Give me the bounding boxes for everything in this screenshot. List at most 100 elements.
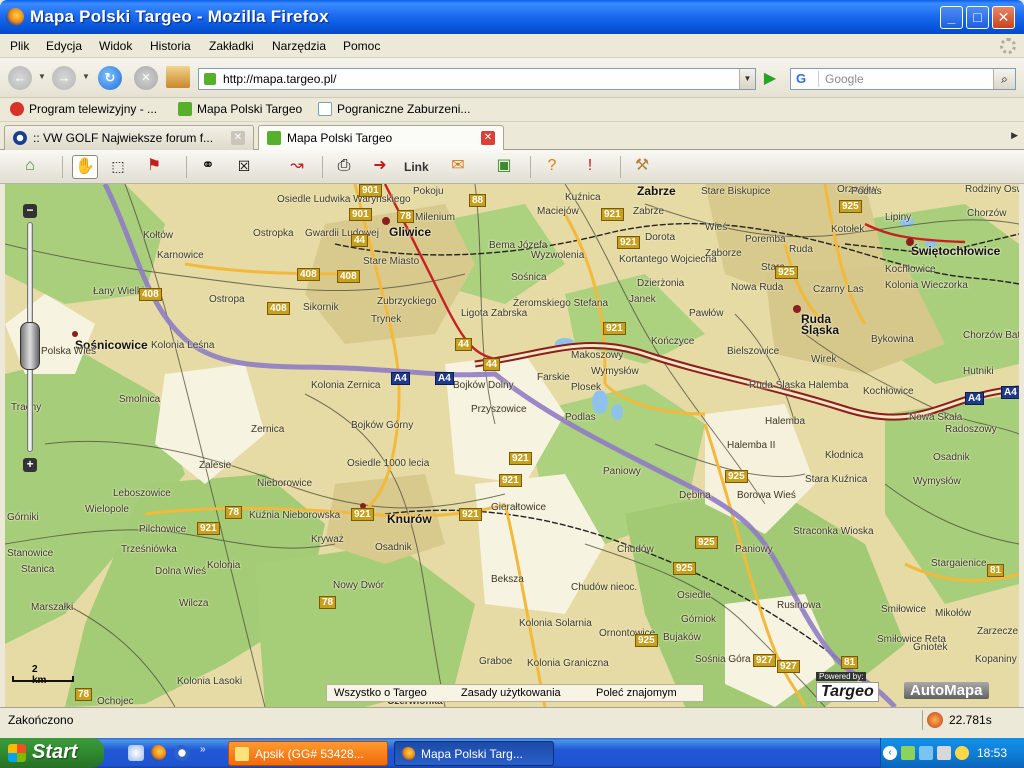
stop-icon[interactable]	[134, 66, 158, 90]
tray-expand-icon[interactable]: ‹	[883, 746, 897, 760]
footer-link-about[interactable]: Wszystko o Targeo	[334, 687, 427, 699]
map-home-icon[interactable]: ⌂	[18, 155, 52, 179]
place-label: Stare Biskupice	[701, 186, 771, 197]
city-label[interactable]: Ruda Śląska	[801, 313, 861, 336]
footer-link-recommend[interactable]: Poleć znajomym	[596, 687, 677, 699]
place-label: Nowa Ruda	[731, 282, 784, 293]
tray-volume-icon[interactable]	[937, 746, 951, 760]
road-shield: 921	[351, 508, 374, 521]
zoom-in-button[interactable]: +	[23, 458, 37, 472]
close-tab-icon[interactable]: ✕	[231, 131, 245, 145]
back-icon[interactable]	[8, 66, 32, 90]
map-canvas[interactable]: Gliwice Zabrze Knurów Sośnicowice Ruda Ś…	[5, 184, 1019, 707]
footer-link-terms[interactable]: Zasady użytkowania	[461, 687, 561, 699]
tray-network-icon[interactable]	[919, 746, 933, 760]
tab-vw-golf[interactable]: :: VW GOLF Najwieksze forum f... ✕	[4, 125, 254, 150]
search-engine-icon[interactable]: G	[793, 71, 819, 87]
tray-gadu-icon[interactable]	[901, 746, 915, 760]
start-button[interactable]: Start	[0, 738, 104, 768]
media-player-icon[interactable]	[174, 745, 190, 761]
bookmark-label: Mapa Polski Targeo	[197, 102, 303, 116]
place-label: Gierałtowice	[491, 502, 547, 513]
menu-pomoc[interactable]: Pomoc	[343, 39, 380, 53]
targeo-logo[interactable]: Targeo	[816, 682, 879, 702]
url-bar[interactable]: http://mapa.targeo.pl/ ▼	[198, 68, 756, 90]
hand-pan-icon[interactable]: ✋	[72, 155, 98, 179]
search-icon[interactable]: ⌕	[993, 69, 1015, 89]
place-label: Stare Miasto	[363, 256, 420, 267]
help-icon[interactable]: ?	[540, 155, 566, 179]
select-rectangle-icon[interactable]: ⬚	[106, 155, 132, 179]
quicklaunch-more-icon[interactable]: »	[200, 744, 206, 755]
tab-mapa-polski-targeo[interactable]: Mapa Polski Targeo ✕	[258, 125, 504, 151]
firefox-icon[interactable]	[6, 8, 24, 26]
menu-historia[interactable]: Historia	[150, 39, 191, 53]
back-history-dropdown-icon[interactable]: ▼	[38, 72, 46, 81]
route-ab-icon[interactable]: ↝	[280, 155, 314, 179]
place-label: Wymysłów	[913, 476, 961, 487]
city-label[interactable]: Knurów	[387, 513, 432, 525]
tray-update-icon[interactable]	[955, 746, 969, 760]
forward-history-dropdown-icon[interactable]: ▼	[82, 72, 90, 81]
place-label: Podlas	[565, 412, 596, 423]
binoculars-icon[interactable]: ⚭	[196, 155, 222, 179]
window-title-bar[interactable]: Mapa Polski Targeo - Mozilla Firefox _ □…	[0, 0, 1024, 34]
show-desktop-icon[interactable]	[128, 745, 144, 761]
forward-icon[interactable]	[52, 66, 76, 90]
road-shield: 408	[337, 270, 360, 283]
place-label: Dorota	[645, 232, 676, 243]
task-button-firefox[interactable]: Mapa Polski Targ...	[394, 741, 554, 766]
menu-plik[interactable]: Plik	[10, 39, 29, 53]
email-icon[interactable]: ✉	[446, 155, 472, 179]
home-icon[interactable]	[166, 66, 190, 88]
url-history-dropdown-icon[interactable]: ▼	[739, 69, 755, 89]
bookmark-item[interactable]: Pograniczne Zaburzeni...	[318, 102, 470, 116]
place-label: Marszałki	[31, 602, 74, 613]
page-timer-icon[interactable]	[927, 712, 943, 728]
go-icon[interactable]: ▶	[760, 69, 780, 89]
menu-zakladki[interactable]: Zakładki	[209, 39, 254, 53]
task-button-gg[interactable]: Apsik (GG# 53428...	[228, 741, 388, 766]
url-input[interactable]: http://mapa.targeo.pl/	[223, 72, 336, 86]
automapa-logo[interactable]: AutoMapa	[904, 682, 989, 699]
photo-icon[interactable]: ▣	[492, 155, 518, 179]
link-label[interactable]: Link	[404, 160, 429, 174]
bookmark-item[interactable]: Program telewizyjny - ...	[10, 102, 157, 116]
place-label: Bielszowice	[727, 346, 780, 357]
tools-icon[interactable]: ⚒	[630, 155, 656, 179]
close-button[interactable]: ✕	[992, 6, 1015, 29]
layers-toggle-icon[interactable]: ☒	[232, 155, 258, 179]
toolbar-separator	[322, 156, 323, 178]
bookmark-item[interactable]: Mapa Polski Targeo	[178, 102, 302, 116]
search-input[interactable]: Google	[825, 72, 864, 86]
menu-edycja[interactable]: Edycja	[46, 39, 82, 53]
zoom-control[interactable]: − +	[16, 200, 44, 478]
place-label: Osiedle	[677, 590, 711, 601]
city-label[interactable]: Gliwice	[389, 226, 431, 238]
city-label[interactable]: Świętochłowice	[911, 245, 1000, 257]
city-label[interactable]: Zabrze	[637, 185, 676, 197]
menu-widok[interactable]: Widok	[99, 39, 132, 53]
zoom-slider-handle[interactable]	[20, 322, 40, 370]
minimize-button[interactable]: _	[940, 6, 963, 29]
branding[interactable]: Powered by: Targeo AutoMapa	[812, 672, 1002, 704]
reload-icon[interactable]	[98, 66, 122, 90]
zoom-out-button[interactable]: −	[23, 204, 37, 218]
menu-bar: Plik Edycja Widok Historia Zakładki Narz…	[0, 34, 1024, 58]
close-tab-icon[interactable]: ✕	[481, 131, 495, 145]
place-label: Radoszowy	[945, 424, 997, 435]
road-shield: 925	[775, 266, 798, 279]
tab-label: Mapa Polski Targeo	[287, 131, 393, 145]
firefox-quicklaunch-icon[interactable]	[150, 745, 166, 761]
place-label: Zabrze	[633, 206, 665, 217]
feedback-icon[interactable]: !	[578, 155, 604, 179]
place-label: Kłodnica	[825, 450, 864, 461]
link-icon[interactable]: ➜	[368, 155, 394, 179]
menu-narzedzia[interactable]: Narzędzia	[272, 39, 326, 53]
route-flag-icon[interactable]: ⚑	[142, 155, 168, 179]
search-box[interactable]: G Google ⌕	[790, 68, 1016, 90]
tab-list-icon[interactable]: ▶	[1011, 130, 1018, 141]
place-label: Zaborze	[705, 248, 742, 259]
print-icon[interactable]: ⎙	[332, 155, 358, 179]
maximize-button[interactable]: □	[966, 6, 989, 29]
